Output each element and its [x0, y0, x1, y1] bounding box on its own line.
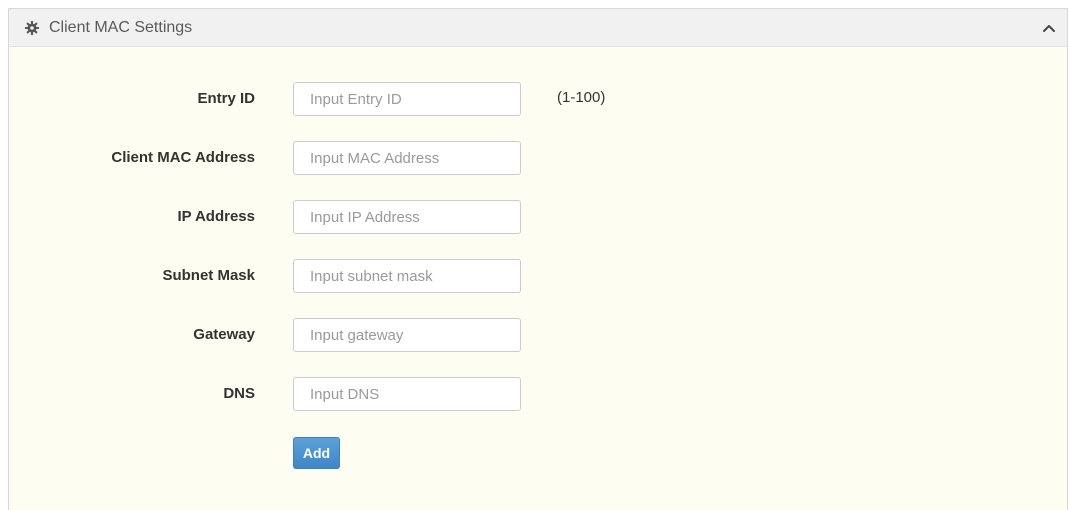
- client-mac-address-input[interactable]: [293, 141, 521, 175]
- ip-address-label: IP Address: [177, 208, 255, 225]
- entry-id-row: Entry ID (1-100): [9, 82, 709, 116]
- ip-address-input[interactable]: [293, 200, 521, 234]
- entry-id-input[interactable]: [293, 82, 521, 116]
- gateway-label: Gateway: [193, 326, 255, 343]
- dns-input[interactable]: [293, 377, 521, 411]
- client-mac-address-label: Client MAC Address: [111, 149, 255, 166]
- dns-label: DNS: [223, 385, 255, 402]
- add-button[interactable]: Add: [293, 437, 340, 469]
- client-mac-address-row: Client MAC Address: [9, 141, 709, 175]
- dns-row: DNS: [9, 377, 709, 411]
- chevron-up-icon[interactable]: [1041, 21, 1057, 35]
- subnet-mask-row: Subnet Mask: [9, 259, 709, 293]
- gateway-input[interactable]: [293, 318, 521, 352]
- gateway-row: Gateway: [9, 318, 709, 352]
- subnet-mask-input[interactable]: [293, 259, 521, 293]
- gear-icon: [25, 21, 39, 35]
- entry-id-label: Entry ID: [197, 90, 255, 107]
- subnet-mask-label: Subnet Mask: [162, 267, 255, 284]
- ip-address-row: IP Address: [9, 200, 709, 234]
- client-mac-settings-panel: Client MAC Settings Entry ID (1-100) Cli…: [8, 8, 1068, 510]
- panel-header: Client MAC Settings: [9, 9, 1067, 47]
- panel-title: Client MAC Settings: [49, 19, 193, 36]
- entry-id-range-hint: (1-100): [557, 89, 606, 106]
